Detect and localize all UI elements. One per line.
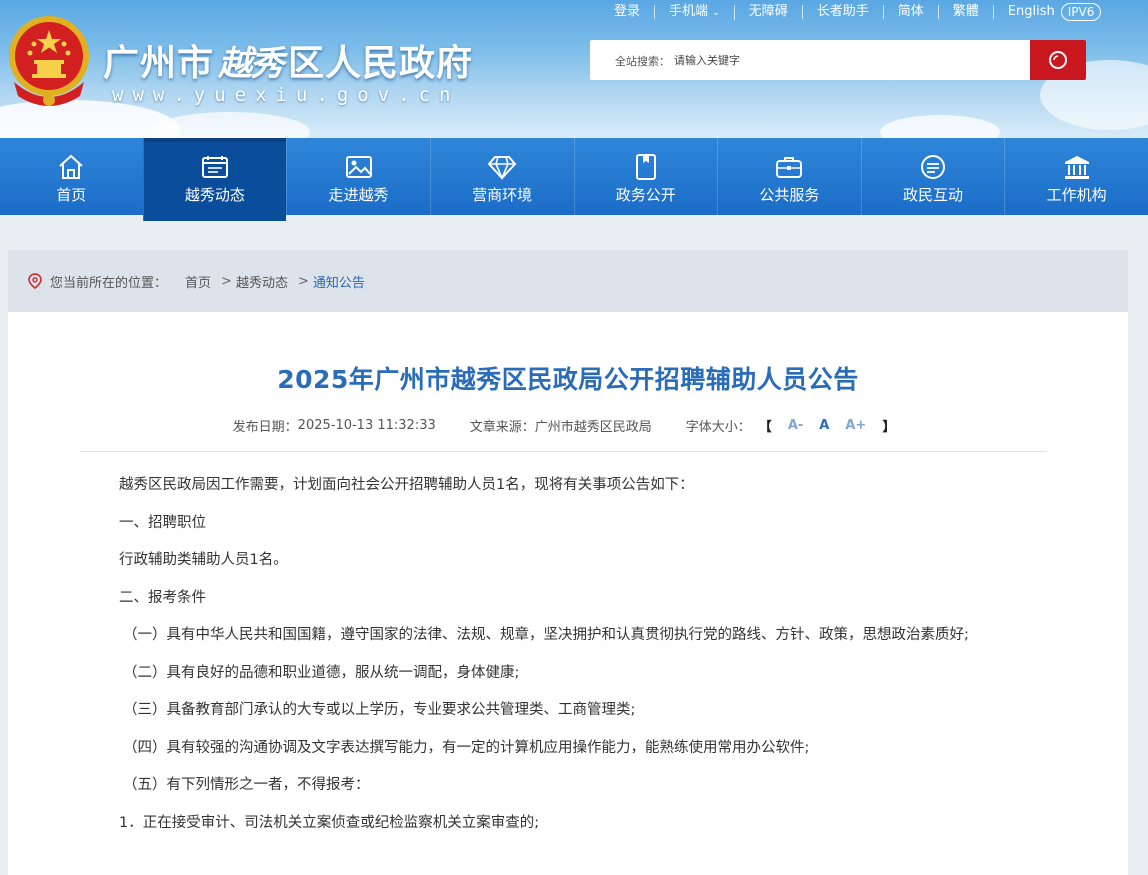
article-title: 2025年广州市越秀区民政局公开招聘辅助人员公告: [277, 365, 859, 394]
news-icon: [201, 156, 228, 178]
article-source: 广州市越秀区民政局: [534, 420, 652, 435]
nav-item-label: 走进越秀: [328, 186, 389, 204]
breadcrumb: 您当前所在的位置： 首页 > 越秀动态 > 通知公告: [8, 250, 1128, 312]
simplified-chinese-link[interactable]: 简体: [884, 5, 939, 19]
site-title-prefix: 广州市: [103, 42, 215, 84]
site-title-suffix: 区人民政府: [288, 42, 474, 84]
search-label: 全站搜索：: [615, 55, 670, 68]
nav-item-about[interactable]: 走进越秀: [286, 138, 430, 215]
article-paragraph: （五）有下列情形之一者，不得报考：: [123, 777, 370, 793]
bracket-close: 】: [882, 420, 896, 435]
nav-item-label: 政民互动: [903, 186, 964, 204]
source-label: 文章来源：: [469, 420, 535, 435]
national-emblem-icon: [9, 16, 89, 106]
breadcrumb-notices[interactable]: 通知公告: [313, 272, 365, 291]
article-paragraph: （二）具有良好的品德和职业道德，服从统一调配，身体健康;: [123, 664, 520, 681]
english-link[interactable]: English: [994, 5, 1059, 19]
font-size-small-button[interactable]: A-: [788, 418, 803, 433]
picture-icon: [345, 156, 372, 178]
chat-icon: [921, 155, 946, 179]
article-paragraph: 二、报考条件: [119, 589, 206, 606]
main-nav: 首页 越秀动态 走进越秀 营商环境 政务公开 公共服务 政民互动 工作机构: [0, 138, 1148, 221]
briefcase-icon: [776, 157, 803, 178]
elderly-assistant-link[interactable]: 长者助手: [803, 5, 884, 19]
site-title[interactable]: 广州市 越秀 区人民政府: [103, 34, 473, 86]
site-header: 广州市 越秀 区人民政府 www.yuexiu.gov.cn 登录 手机端 ⌄ 无障…: [0, 0, 1148, 138]
chevron-down-icon: ⌄: [712, 7, 720, 18]
nav-item-interaction[interactable]: 政民互动: [860, 138, 1005, 215]
article-paragraph: 行政辅助类辅助人员1名。: [119, 552, 288, 568]
nav-item-label: 首页: [56, 186, 87, 204]
nav-item-label: 越秀动态: [184, 186, 245, 204]
home-icon: [59, 154, 83, 179]
mobile-link-label: 手机端: [669, 3, 709, 19]
article-paragraph: 1．正在接受审计、司法机关立案侦查或纪检监察机关立案审查的;: [119, 814, 540, 831]
breadcrumb-news[interactable]: 越秀动态: [236, 272, 288, 291]
search-icon: [1049, 51, 1067, 69]
article-panel: 2025年广州市越秀区民政局公开招聘辅助人员公告 发布日期： 2025-10-1…: [8, 312, 1128, 875]
nav-item-label: 营商环境: [472, 186, 533, 204]
mobile-link[interactable]: 手机端 ⌄: [655, 3, 735, 20]
cloud-decoration: [150, 112, 310, 138]
article-paragraph: （三）具备教育部门承认的大专或以上学历，专业要求公共管理类、工商管理类;: [123, 702, 636, 718]
ipv6-badge: IPV6: [1060, 3, 1102, 21]
nav-item-label: 政务公开: [615, 186, 676, 204]
article-paragraph: （一）具有中华人民共和国国籍，遵守国家的法律、法规、规章，坚决拥护和认真贯彻执行…: [123, 627, 969, 643]
nav-item-news[interactable]: 越秀动态: [142, 138, 287, 221]
building-icon: [1064, 156, 1089, 179]
top-links: 登录 手机端 ⌄ 无障碍 长者助手 简体 繁體 English IPV6: [600, 2, 1102, 22]
font-size-medium-button[interactable]: A: [819, 418, 829, 433]
site-title-calligraphy: 越秀: [218, 44, 284, 84]
font-size-large-button[interactable]: A+: [845, 418, 866, 433]
login-link[interactable]: 登录: [600, 5, 656, 19]
article-paragraph: 一、招聘职位: [119, 514, 206, 531]
breadcrumb-home[interactable]: 首页: [185, 272, 211, 291]
article-meta: 发布日期： 2025-10-13 11:32:33 文章来源： 广州市越秀区民政…: [8, 416, 1128, 435]
search-input[interactable]: [674, 50, 1004, 70]
bracket-open: 【: [758, 420, 772, 435]
site-url: www.yuexiu.gov.cn: [112, 84, 460, 106]
nav-item-gov-affairs[interactable]: 政务公开: [573, 138, 718, 215]
nav-item-institutions[interactable]: 工作机构: [1004, 138, 1148, 215]
font-size-label: 字体大小：: [685, 420, 751, 435]
article-paragraph: （四）具有较强的沟通协调及文字表达撰写能力，有一定的计算机应用操作能力，能熟练使…: [123, 739, 810, 756]
location-pin-icon: [28, 273, 42, 289]
site-search: 全站搜索：: [590, 40, 1086, 80]
cloud-decoration: [880, 115, 1000, 138]
divider: [80, 451, 1047, 452]
breadcrumb-prefix: 您当前所在的位置：: [50, 275, 168, 291]
article-body: 越秀区民政局因工作需要，计划面向社会公开招聘辅助人员1名，现将有关事项公告如下：…: [87, 472, 1033, 847]
nav-item-business[interactable]: 营商环境: [429, 138, 574, 215]
date-label: 发布日期：: [232, 420, 298, 435]
diamond-icon: [487, 156, 517, 181]
search-button[interactable]: [1030, 40, 1086, 80]
publish-date: 2025-10-13 11:32:33: [297, 418, 436, 433]
nav-item-home[interactable]: 首页: [0, 138, 143, 215]
file-icon: [635, 154, 656, 180]
article-paragraph: 越秀区民政局因工作需要，计划面向社会公开招聘辅助人员1名，现将有关事项公告如下：: [119, 477, 694, 493]
accessibility-link[interactable]: 无障碍: [735, 5, 803, 19]
nav-item-public-service[interactable]: 公共服务: [717, 138, 861, 215]
traditional-chinese-link[interactable]: 繁體: [939, 5, 994, 19]
nav-item-label: 公共服务: [759, 186, 820, 204]
nav-item-label: 工作机构: [1046, 186, 1107, 204]
